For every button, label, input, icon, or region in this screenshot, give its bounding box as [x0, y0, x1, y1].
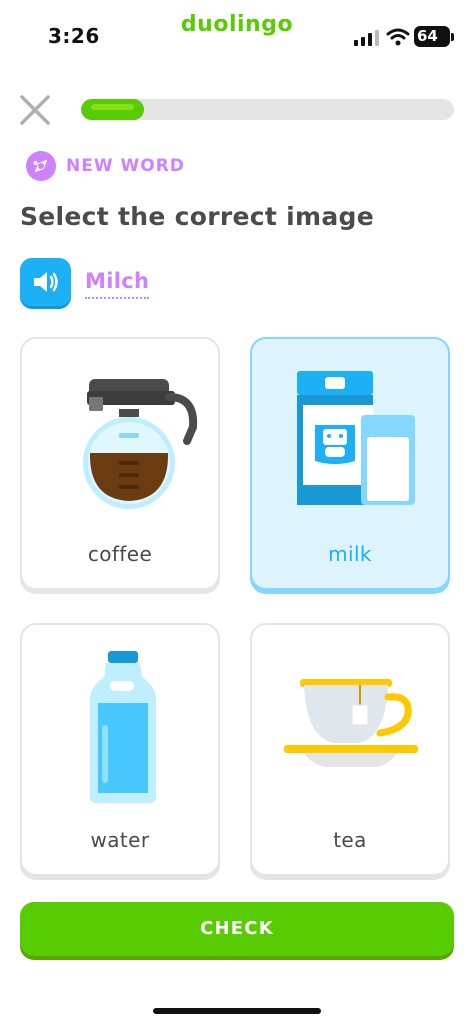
new-word-tag: NEW WORD [66, 156, 185, 176]
option-label: coffee [87, 542, 153, 566]
target-word[interactable]: Milch [85, 269, 150, 299]
option-card-milk[interactable]: milk [250, 337, 450, 590]
lesson-progress-bar [81, 99, 454, 120]
option-label: tea [333, 828, 367, 852]
play-audio-button[interactable] [20, 258, 71, 306]
close-icon[interactable] [18, 93, 52, 127]
option-card-water[interactable]: water [20, 623, 220, 876]
coffee-pot-icon [83, 379, 198, 509]
sparkle-badge-icon [26, 151, 56, 181]
progress-highlight [91, 104, 134, 110]
water-bottle-icon [90, 651, 156, 803]
option-label: water [90, 828, 150, 852]
cellular-signal-icon [354, 30, 379, 46]
battery-indicator: 64 [414, 26, 450, 47]
option-card-tea[interactable]: tea [250, 623, 450, 876]
wifi-icon [386, 28, 410, 46]
milk-carton-icon [297, 371, 415, 505]
exercise-prompt: Select the correct image [20, 202, 374, 231]
teacup-icon [284, 679, 418, 767]
speaker-icon [34, 272, 58, 292]
check-button[interactable]: CHECK [20, 902, 454, 956]
option-card-coffee[interactable]: coffee [20, 337, 220, 590]
battery-nub [451, 33, 454, 41]
home-indicator[interactable] [153, 1008, 321, 1014]
option-label: milk [328, 542, 372, 566]
